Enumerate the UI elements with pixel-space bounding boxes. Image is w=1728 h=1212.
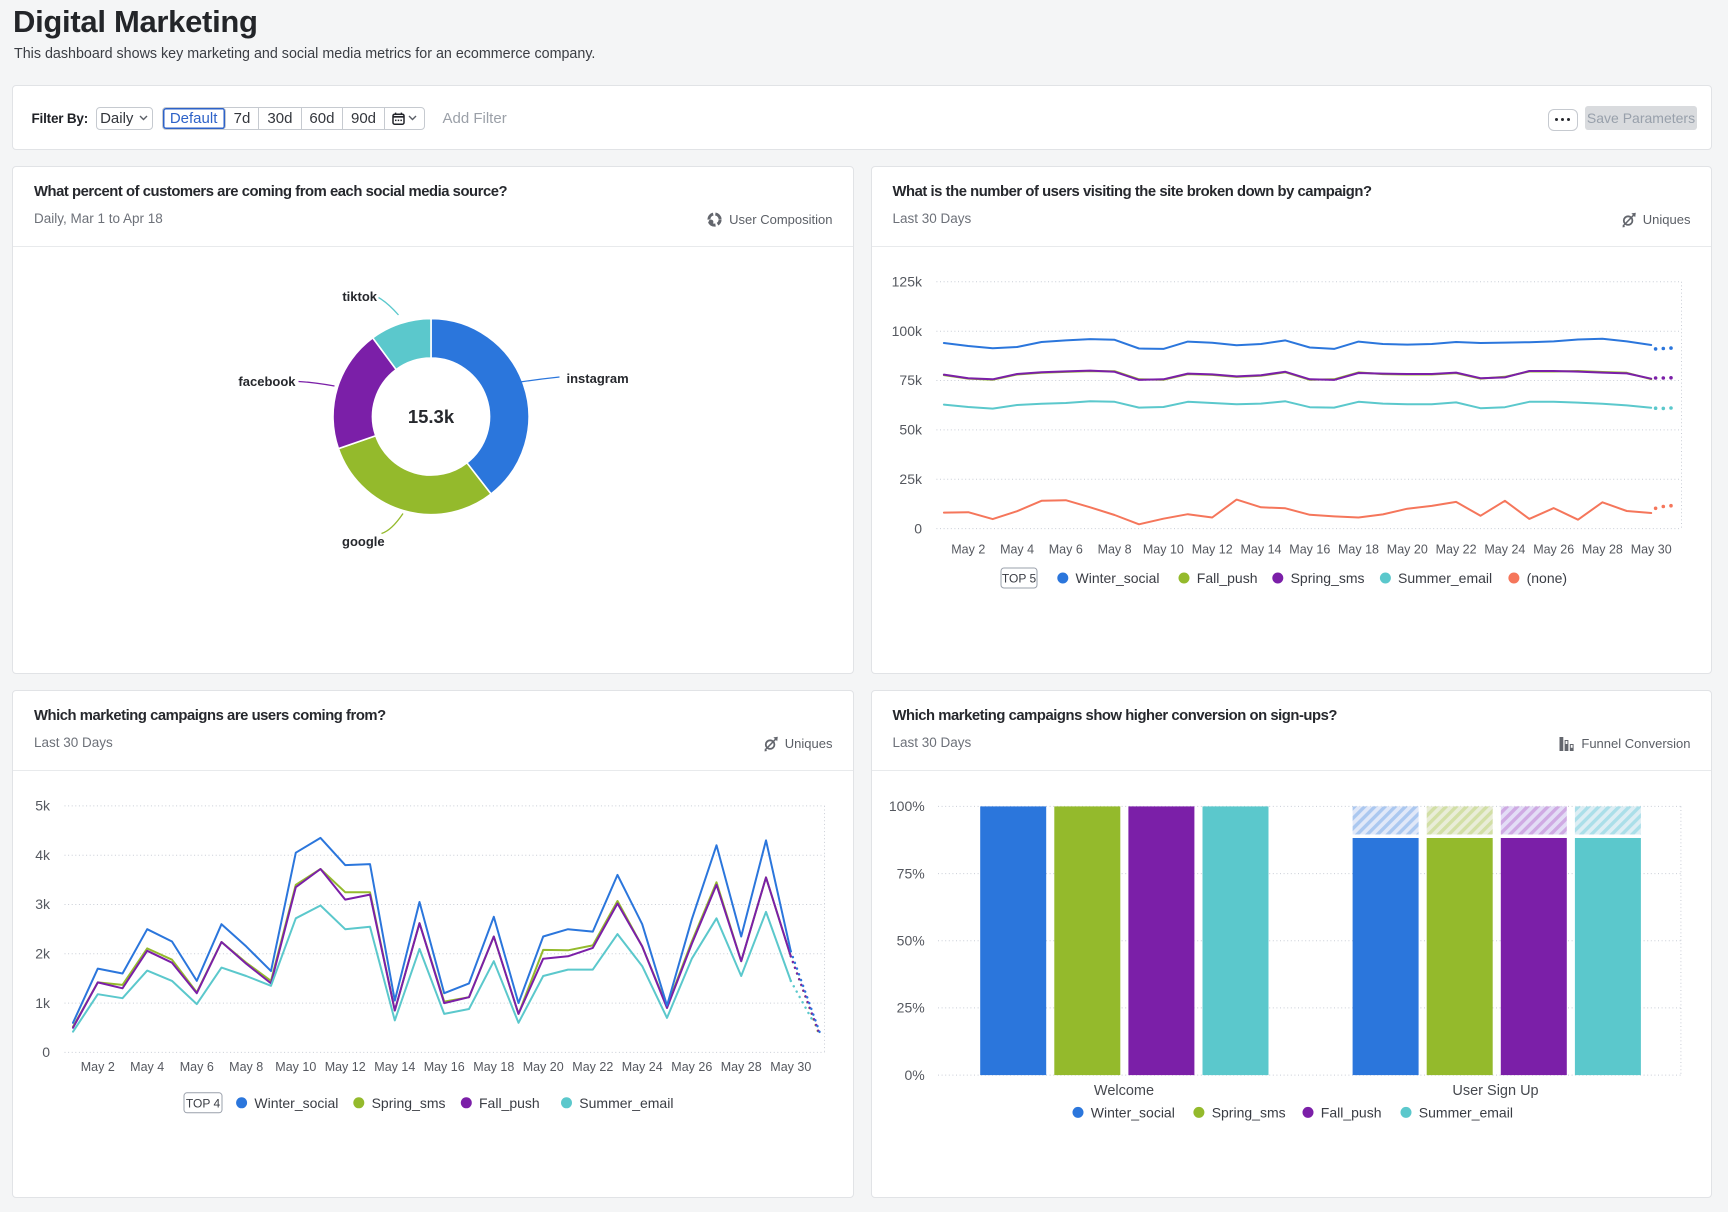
- svg-text:May 26: May 26: [1533, 543, 1574, 557]
- svg-text:Spring_sms: Spring_sms: [1291, 570, 1365, 586]
- svg-text:3k: 3k: [35, 896, 51, 912]
- svg-text:google: google: [342, 534, 385, 549]
- svg-text:50%: 50%: [897, 932, 925, 948]
- svg-text:Spring_sms: Spring_sms: [372, 1095, 446, 1111]
- svg-text:25k: 25k: [899, 471, 923, 487]
- svg-text:2k: 2k: [35, 946, 51, 962]
- svg-text:75%: 75%: [897, 865, 925, 881]
- svg-text:May 14: May 14: [1241, 543, 1282, 557]
- svg-text:TOP 5: TOP 5: [1002, 572, 1037, 586]
- svg-text:Spring_sms: Spring_sms: [1212, 1104, 1286, 1120]
- svg-text:May 18: May 18: [1338, 543, 1379, 557]
- svg-text:May 6: May 6: [1049, 543, 1083, 557]
- svg-text:(none): (none): [1527, 570, 1567, 586]
- svg-text:May 2: May 2: [951, 543, 985, 557]
- svg-text:0%: 0%: [904, 1067, 924, 1083]
- svg-text:Fall_push: Fall_push: [1197, 570, 1258, 586]
- svg-text:1k: 1k: [35, 995, 51, 1011]
- svg-text:May 30: May 30: [770, 1060, 811, 1074]
- svg-text:instagram: instagram: [567, 371, 629, 386]
- svg-text:0: 0: [42, 1044, 50, 1060]
- svg-text:May 4: May 4: [130, 1060, 164, 1074]
- svg-text:May 8: May 8: [1098, 543, 1132, 557]
- svg-text:May 20: May 20: [523, 1060, 564, 1074]
- svg-text:Winter_social: Winter_social: [254, 1095, 338, 1111]
- svg-text:100%: 100%: [889, 798, 925, 814]
- svg-text:May 18: May 18: [473, 1060, 514, 1074]
- svg-text:May 22: May 22: [1436, 543, 1477, 557]
- svg-text:May 16: May 16: [1289, 543, 1330, 557]
- svg-text:Fall_push: Fall_push: [1321, 1104, 1382, 1120]
- svg-text:May 24: May 24: [622, 1060, 663, 1074]
- svg-text:Summer_email: Summer_email: [1398, 570, 1492, 586]
- svg-text:tiktok: tiktok: [342, 289, 377, 304]
- svg-text:May 30: May 30: [1631, 543, 1672, 557]
- svg-text:125k: 125k: [892, 274, 923, 290]
- svg-text:Winter_social: Winter_social: [1091, 1104, 1175, 1120]
- svg-text:May 28: May 28: [721, 1060, 762, 1074]
- svg-text:May 10: May 10: [1143, 543, 1184, 557]
- svg-text:May 12: May 12: [325, 1060, 366, 1074]
- svg-text:May 22: May 22: [572, 1060, 613, 1074]
- svg-text:Summer_email: Summer_email: [1419, 1104, 1513, 1120]
- svg-text:May 10: May 10: [275, 1060, 316, 1074]
- svg-text:5k: 5k: [35, 798, 51, 814]
- svg-text:TOP 4: TOP 4: [186, 1096, 221, 1110]
- svg-text:May 2: May 2: [81, 1060, 115, 1074]
- svg-text:User Sign Up: User Sign Up: [1452, 1083, 1538, 1099]
- svg-text:May 16: May 16: [424, 1060, 465, 1074]
- svg-text:75k: 75k: [899, 372, 923, 388]
- svg-text:4k: 4k: [35, 847, 51, 863]
- svg-text:15.3k: 15.3k: [408, 406, 455, 427]
- svg-text:May 6: May 6: [180, 1060, 214, 1074]
- svg-text:Winter_social: Winter_social: [1076, 570, 1160, 586]
- svg-text:Fall_push: Fall_push: [479, 1095, 540, 1111]
- svg-text:0: 0: [914, 520, 922, 536]
- svg-text:May 26: May 26: [671, 1060, 712, 1074]
- svg-text:facebook: facebook: [238, 374, 296, 389]
- svg-text:May 20: May 20: [1387, 543, 1428, 557]
- svg-text:Welcome: Welcome: [1094, 1083, 1154, 1099]
- svg-text:25%: 25%: [897, 1000, 925, 1016]
- svg-text:May 14: May 14: [374, 1060, 415, 1074]
- svg-text:100k: 100k: [892, 323, 923, 339]
- svg-text:May 8: May 8: [229, 1060, 263, 1074]
- svg-text:May 12: May 12: [1192, 543, 1233, 557]
- svg-text:May 24: May 24: [1484, 543, 1525, 557]
- svg-text:May 28: May 28: [1582, 543, 1623, 557]
- svg-text:May 4: May 4: [1000, 543, 1034, 557]
- svg-text:50k: 50k: [899, 422, 923, 438]
- svg-text:Summer_email: Summer_email: [579, 1095, 673, 1111]
